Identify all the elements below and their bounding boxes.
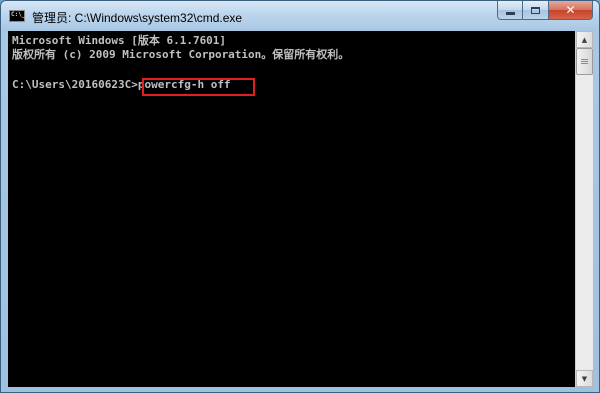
command-highlight-box: [142, 78, 255, 96]
close-icon: ✕: [565, 3, 576, 17]
scroll-down-icon: ▼: [581, 374, 588, 383]
scrollbar-thumb[interactable]: [576, 48, 593, 75]
title-bar[interactable]: C:\_ 管理员: C:\Windows\system32\cmd.exe ✕: [1, 1, 599, 31]
cmd-icon[interactable]: C:\_: [9, 10, 25, 22]
thumb-grip-line: [581, 61, 588, 62]
scroll-down-button[interactable]: ▼: [576, 370, 593, 387]
console-prompt: C:\Users\20160623C>: [12, 78, 138, 91]
caption-buttons: ✕: [497, 1, 593, 21]
console-line-version: Microsoft Windows [版本 6.1.7601]: [12, 34, 227, 47]
maximize-icon: [531, 6, 540, 14]
thumb-grip-line: [581, 63, 588, 64]
console-line-copyright: 版权所有 (c) 2009 Microsoft Corporation。保留所有…: [12, 48, 350, 61]
minimize-icon: [505, 11, 515, 15]
window-frame-bottom: [1, 387, 599, 392]
scroll-up-button[interactable]: ▲: [576, 31, 593, 48]
console-area[interactable]: Microsoft Windows [版本 6.1.7601] 版权所有 (c)…: [8, 31, 575, 387]
scroll-up-icon: ▲: [581, 35, 588, 44]
vertical-scrollbar[interactable]: ▲ ▼: [575, 31, 593, 387]
cmd-window: C:\_ 管理员: C:\Windows\system32\cmd.exe ✕ …: [0, 0, 600, 393]
window-frame-right: [593, 31, 599, 392]
minimize-button[interactable]: [497, 1, 523, 20]
maximize-button[interactable]: [523, 1, 549, 20]
window-title: 管理员: C:\Windows\system32\cmd.exe: [32, 11, 243, 25]
close-button[interactable]: ✕: [549, 1, 593, 20]
thumb-grip-line: [581, 59, 588, 60]
cmd-icon-text: C:\_: [11, 11, 26, 18]
